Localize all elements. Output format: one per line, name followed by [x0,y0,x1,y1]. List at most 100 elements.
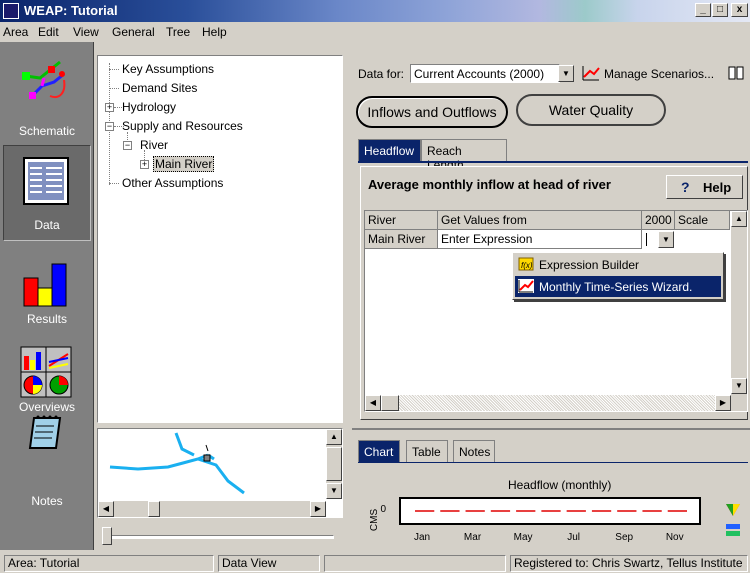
data-for-label: Data for: [358,67,405,81]
scroll-thumb[interactable] [326,447,342,481]
expression-menu: f(x) Expression Builder Monthly Time-Ser… [512,252,724,300]
grid-header-river: River [365,211,438,230]
tree-item-key-assumptions[interactable]: Key Assumptions [122,62,214,76]
zoom-slider-thumb[interactable] [102,527,112,545]
scroll-right-button[interactable]: ▶ [715,395,731,411]
grid-header-year: 2000 [642,211,675,230]
grid-header-scale: Scale [675,211,730,230]
chevron-down-icon[interactable]: ▼ [658,231,674,248]
river-map [109,432,245,495]
help-icon: ? [681,179,690,195]
menu-general[interactable]: General [112,25,155,39]
svg-text:f(x): f(x) [521,261,533,270]
expand-icon[interactable]: + [140,160,149,169]
panel-heading: Average monthly inflow at head of river [368,177,611,192]
tree-item-demand-sites[interactable]: Demand Sites [122,81,197,95]
status-registration: Registered to: Chris Swartz, Tellus Inst… [510,555,748,572]
menu-tree[interactable]: Tree [166,25,190,39]
tab-underline [358,161,748,163]
line-chart-icon [518,279,534,293]
water-quality-button[interactable]: Water Quality [516,94,666,126]
scenario-select[interactable]: Current Accounts (2000) [410,64,560,83]
grid-horizontal-scrollbar[interactable] [365,395,731,411]
manage-scenarios-button[interactable]: Manage Scenarios... [604,67,714,81]
menu-edit[interactable]: Edit [38,25,59,39]
grid-row-expression[interactable]: Enter Expression [438,230,642,249]
tab-underline [358,462,748,463]
overviews-icon [20,346,72,398]
y-tick-label: 0 [380,504,386,515]
headflow-chart: CMS 0 Jan Mar May Jul Sep Nov [369,497,701,543]
collapse-icon[interactable]: − [123,141,132,150]
results-label: Results [26,312,67,326]
timeseries-wizard-label: Monthly Time-Series Wizard. [539,280,693,294]
notepad-icon [28,415,62,449]
notes-label: Notes [31,494,63,508]
tree-item-river[interactable]: River [140,138,168,152]
schematic-icon [22,60,66,99]
minimize-button[interactable]: _ [695,3,711,17]
x-tick-label: Nov [666,532,684,543]
menu-bar: Area Edit View General Tree Help [0,22,750,42]
tree-guide-line [109,88,119,89]
zoom-slider-track[interactable] [108,535,334,539]
tree-item-supply-and-resources[interactable]: Supply and Resources [122,119,243,133]
bar-chart-icon [23,263,67,307]
help-button[interactable]: ? Help [666,175,743,199]
scroll-up-button[interactable]: ▲ [326,429,342,445]
pane-splitter[interactable] [352,428,750,430]
hscroll-thumb[interactable] [148,501,160,517]
schematic-label: Schematic [18,124,76,138]
menu-item-timeseries-wizard[interactable]: Monthly Time-Series Wizard. [515,276,721,297]
hscroll-thumb[interactable] [381,395,399,411]
x-tick-label: Sep [615,532,633,543]
menu-item-expression-builder[interactable]: f(x) Expression Builder [515,255,721,275]
chevron-down-icon[interactable]: ▼ [558,65,574,82]
menu-help[interactable]: Help [202,25,227,39]
scroll-down-button[interactable]: ▼ [731,378,747,394]
tab-chart[interactable]: Chart [358,440,400,462]
grid-row-river[interactable]: Main River [365,230,438,249]
expression-builder-label: Expression Builder [539,258,640,272]
x-tick-label: Jan [414,532,430,543]
menu-area[interactable]: Area [3,25,28,39]
tab-notes[interactable]: Notes [453,440,495,462]
scroll-down-button[interactable]: ▼ [326,483,342,499]
menu-view[interactable]: View [73,25,99,39]
data-label: Data [34,218,60,232]
maximize-button[interactable]: □ [712,3,728,17]
tab-headflow[interactable]: Headflow [358,139,421,161]
scroll-left-button[interactable]: ◀ [365,395,381,411]
data-tree: Key Assumptions Demand Sites + Hydrology… [97,55,343,423]
x-tick-label: May [514,532,533,543]
tab-table[interactable]: Table [406,440,448,462]
text-cursor [646,233,647,246]
scroll-right-button[interactable]: ▶ [310,501,326,517]
help-label: Help [703,180,732,195]
schematic-thumbnail[interactable]: ▲ ▼ ◀ ▶ [97,428,343,518]
manage-scenarios-icon [582,66,600,81]
chart-options-icon[interactable] [722,502,744,542]
status-view: Data View [218,555,320,572]
close-button[interactable]: x [731,3,748,17]
app-icon[interactable] [3,3,19,19]
tree-item-main-river[interactable]: Main River [153,156,215,172]
scroll-left-button[interactable]: ◀ [98,501,114,517]
data-icon [23,157,69,205]
expand-icon[interactable]: + [105,103,114,112]
collapse-icon[interactable]: − [105,122,114,131]
book-icon[interactable] [728,66,744,80]
horizontal-scrollbar[interactable] [98,501,326,517]
tab-reach-length[interactable]: Reach Length [421,139,507,172]
view-bar: Schematic Data Results Overviews Notes [0,42,94,550]
tree-item-other-assumptions[interactable]: Other Assumptions [122,176,223,190]
tree-guide-line [109,183,119,184]
grid-header-values-from: Get Values from [438,211,642,230]
status-area: Area: Tutorial [4,555,214,572]
scroll-up-button[interactable]: ▲ [731,211,747,227]
tree-item-hydrology[interactable]: Hydrology [122,100,176,114]
expression-builder-icon: f(x) [518,257,534,271]
inflows-outflows-button[interactable]: Inflows and Outflows [356,96,508,128]
title-bar: WEAP: Tutorial _ □ x [0,0,750,22]
tree-guide-line [109,69,119,70]
